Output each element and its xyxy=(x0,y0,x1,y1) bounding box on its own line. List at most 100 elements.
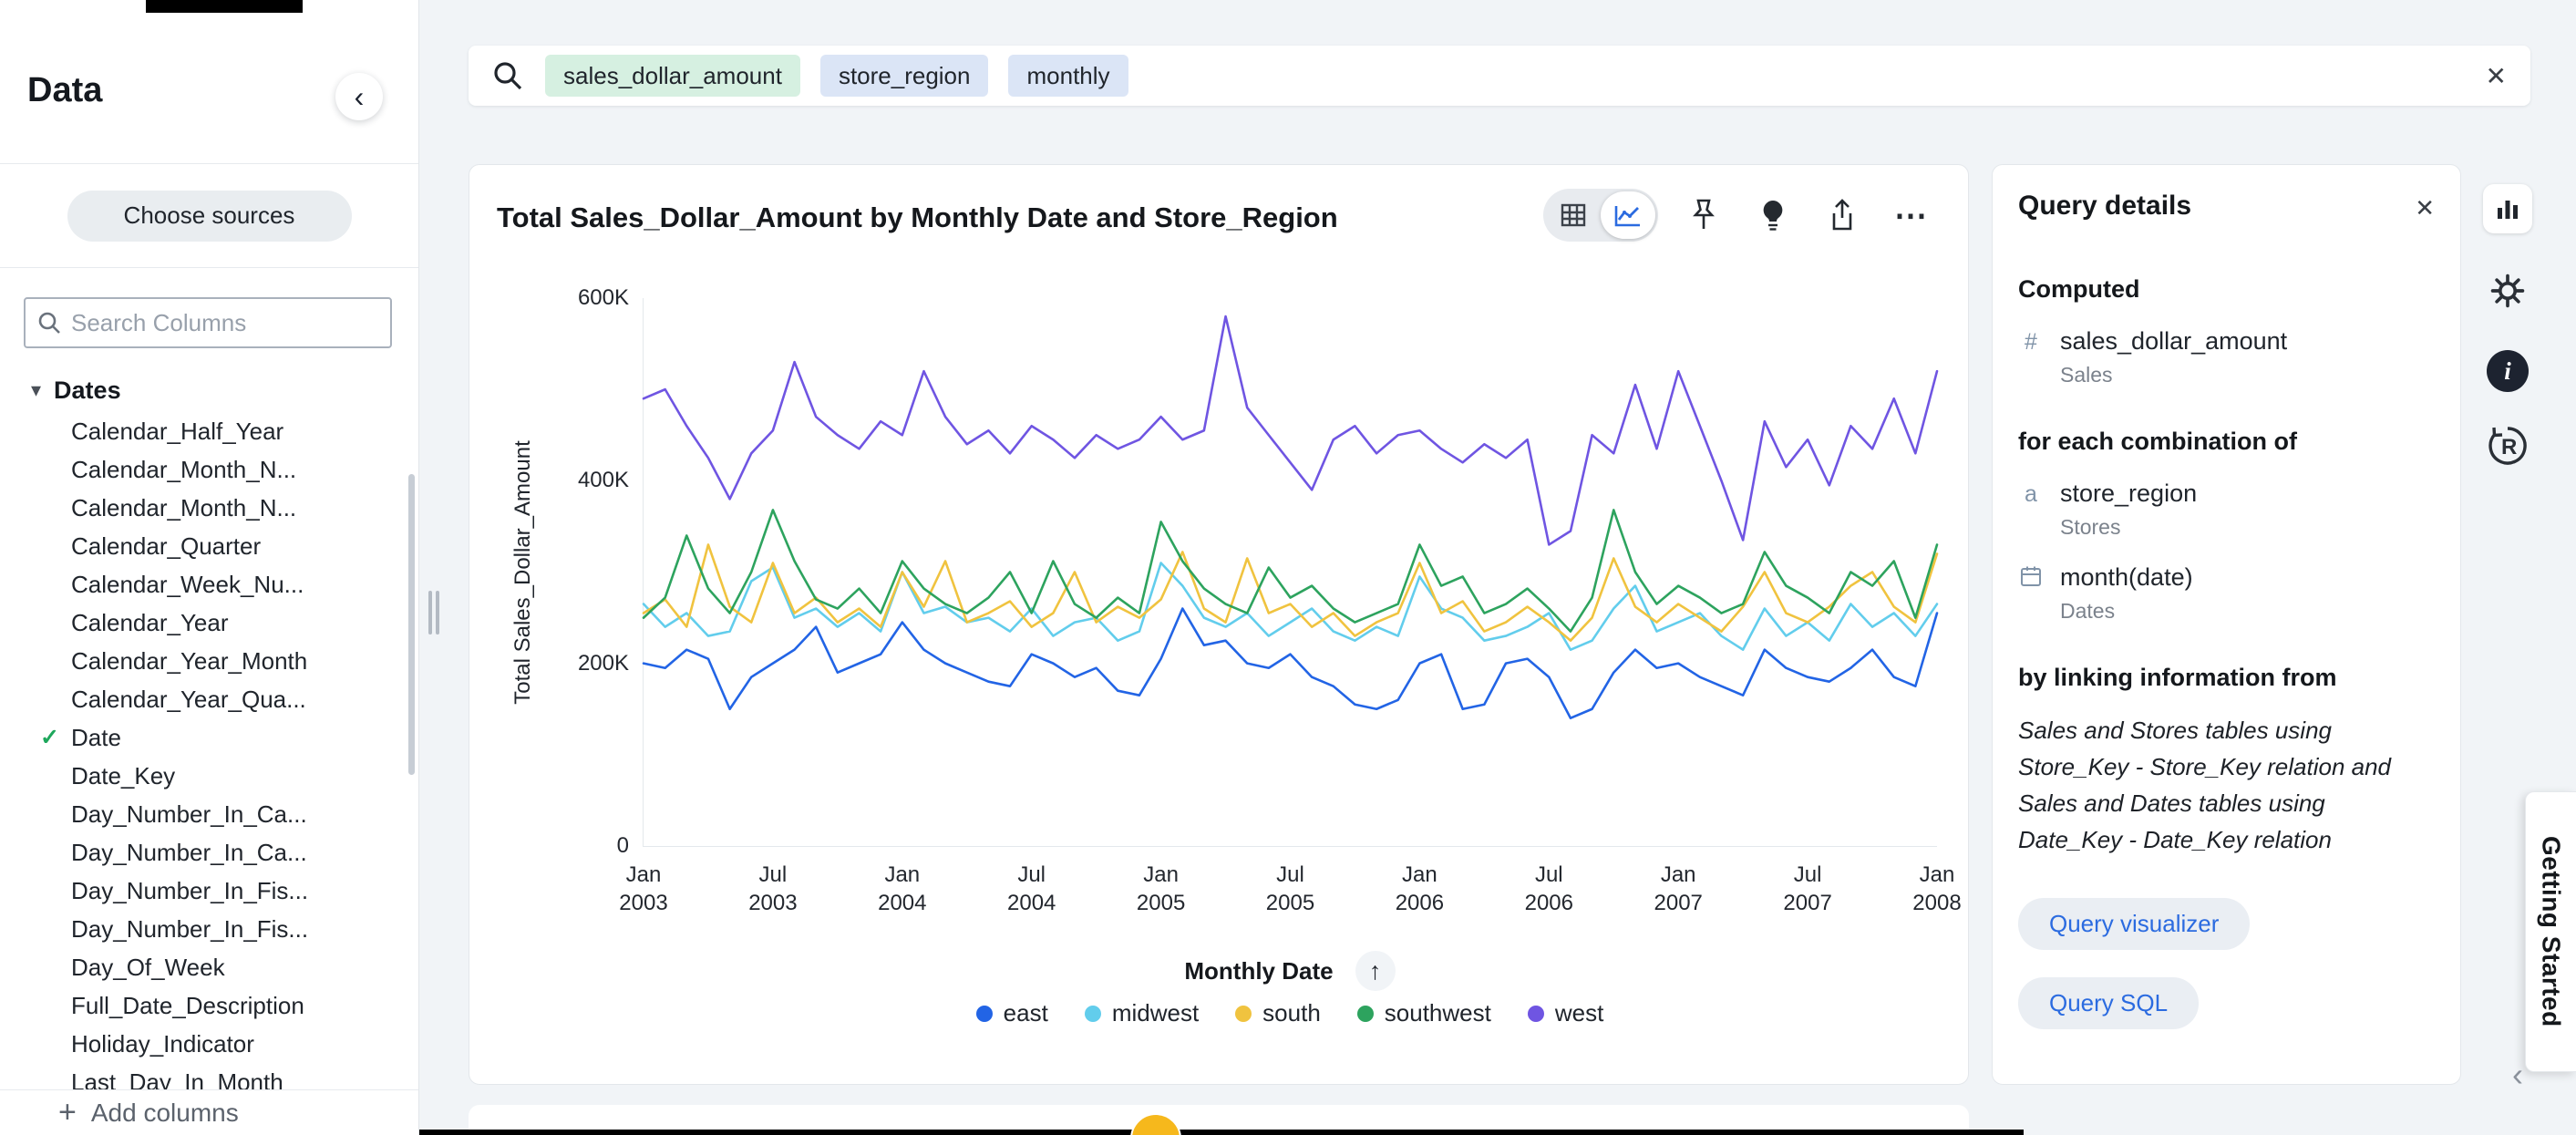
column-list: Calendar_Half_Year Calendar_Month_N... Cal… xyxy=(0,412,418,1101)
query-details-title: Query details xyxy=(2018,191,2191,222)
legend-label: east xyxy=(1004,999,1048,1027)
legend-item-west[interactable]: west xyxy=(1528,999,1603,1027)
column-item-label: Day_Number_In_Fis... xyxy=(71,877,308,904)
column-item[interactable]: Calendar_Half_Year xyxy=(0,412,418,450)
column-item[interactable]: Calendar_Quarter xyxy=(0,527,418,565)
column-search-input[interactable] xyxy=(71,309,363,337)
hash-icon: # xyxy=(2018,327,2044,356)
x-tick-label: Jul2007 xyxy=(1783,861,1831,917)
query-visualizer-button[interactable]: Query visualizer xyxy=(2018,898,2250,950)
x-tick-label: Jul2005 xyxy=(1266,861,1314,917)
choose-sources-button[interactable]: Choose sources xyxy=(67,191,352,242)
search-token[interactable]: sales_dollar_amount xyxy=(545,55,800,97)
y-tick-label: 200K xyxy=(578,651,629,676)
column-item[interactable]: Day_Number_In_Ca... xyxy=(0,833,418,872)
column-item-label: Calendar_Month_N... xyxy=(71,494,296,521)
info-button[interactable]: i xyxy=(2487,350,2529,392)
column-item-label: Day_Number_In_Fis... xyxy=(71,915,308,943)
screen-artifact-bottom xyxy=(419,1130,2024,1135)
sources-section: Choose sources xyxy=(0,164,418,268)
chart-settings-button[interactable] xyxy=(2483,184,2532,233)
combination-field-source: Stores xyxy=(2060,515,2197,540)
x-tick-label: Jan2008 xyxy=(1912,861,1961,917)
column-item[interactable]: Day_Number_In_Fis... xyxy=(0,910,418,948)
close-icon[interactable]: ✕ xyxy=(2415,194,2435,222)
linking-label: by linking information from xyxy=(2018,664,2435,692)
computed-label: Computed xyxy=(2018,275,2435,304)
data-panel: Data ‹ Choose sources ▾ Dates Calendar_H… xyxy=(0,0,419,1135)
x-tick-label: Jul2006 xyxy=(1525,861,1573,917)
getting-started-tab[interactable]: Getting Started xyxy=(2525,791,2576,1072)
column-item-label: Calendar_Month_N... xyxy=(71,456,296,483)
add-columns-button[interactable]: Add columns xyxy=(91,1099,239,1128)
column-item[interactable]: Calendar_Week_Nu... xyxy=(0,565,418,604)
r-refresh-icon: R xyxy=(2487,425,2529,467)
x-axis-title: Monthly Date xyxy=(1184,957,1333,985)
chart-view-button[interactable] xyxy=(1601,191,1655,239)
combination-row[interactable]: a store_region Stores xyxy=(2018,480,2435,540)
column-item[interactable]: Day_Number_In_Ca... xyxy=(0,795,418,833)
legend-dot xyxy=(1085,1006,1101,1022)
column-item[interactable]: Full_Date_Description xyxy=(0,986,418,1025)
chart-title: Total Sales_Dollar_Amount by Monthly Dat… xyxy=(497,201,1338,234)
panel-resize-handle[interactable] xyxy=(428,589,445,636)
sidebar-scrollbar[interactable] xyxy=(408,474,415,775)
search-token[interactable]: store_region xyxy=(820,55,989,97)
computed-row[interactable]: # sales_dollar_amount Sales xyxy=(2018,327,2435,387)
x-tick-label: Jan2006 xyxy=(1396,861,1444,917)
combination-row[interactable]: month(date) Dates xyxy=(2018,563,2435,624)
query-sql-button[interactable]: Query SQL xyxy=(2018,977,2199,1029)
column-item-label: Calendar_Year_Month xyxy=(71,647,307,675)
column-item[interactable]: Date_Key xyxy=(0,757,418,795)
legend-item-south[interactable]: south xyxy=(1235,999,1321,1027)
search-bar[interactable]: sales_dollar_amount store_region monthly ✕ xyxy=(469,46,2530,106)
add-columns-row[interactable]: + Add columns xyxy=(0,1089,418,1135)
y-tick-label: 400K xyxy=(578,468,629,493)
more-options-button[interactable]: ⋯ xyxy=(1888,191,1935,239)
share-button[interactable] xyxy=(1819,191,1866,239)
column-item[interactable]: ✓Date xyxy=(0,718,418,757)
r-analysis-button[interactable]: R xyxy=(2487,425,2529,467)
column-item-label: Calendar_Week_Nu... xyxy=(71,571,304,598)
column-item-label: Day_Number_In_Ca... xyxy=(71,800,307,828)
clear-search-button[interactable]: ✕ xyxy=(2486,61,2507,91)
column-group-dates[interactable]: ▾ Dates xyxy=(0,370,418,410)
column-item[interactable]: Calendar_Year_Qua... xyxy=(0,680,418,718)
answer-toolbar: ⋯ xyxy=(1543,189,1935,242)
column-item[interactable]: Calendar_Year_Month xyxy=(0,642,418,680)
pin-button[interactable] xyxy=(1680,191,1727,239)
search-token[interactable]: monthly xyxy=(1008,55,1128,97)
settings-button[interactable] xyxy=(2487,270,2529,312)
column-search[interactable] xyxy=(24,297,392,348)
ellipsis-icon: ⋯ xyxy=(1894,196,1929,234)
column-item[interactable]: Calendar_Month_N... xyxy=(0,489,418,527)
legend-item-midwest[interactable]: midwest xyxy=(1085,999,1199,1027)
column-item-label: Day_Number_In_Ca... xyxy=(71,839,307,866)
sort-ascending-button[interactable]: ↑ xyxy=(1355,951,1396,991)
combination-field-name[interactable]: month(date) xyxy=(2060,563,2193,592)
app-screen: Data ‹ Choose sources ▾ Dates Calendar_H… xyxy=(0,0,2576,1135)
computed-field-source: Sales xyxy=(2060,363,2287,387)
combination-field-name[interactable]: store_region xyxy=(2060,480,2197,508)
legend-item-southwest[interactable]: southwest xyxy=(1357,999,1491,1027)
column-item[interactable]: Day_Of_Week xyxy=(0,948,418,986)
column-item[interactable]: Calendar_Month_N... xyxy=(0,450,418,489)
series-line-east xyxy=(644,609,1937,718)
insights-button[interactable] xyxy=(1749,191,1797,239)
plot-area[interactable]: 0200K400K600K Jan2003Jul2003Jan2004Jul20… xyxy=(643,298,1937,847)
pin-icon xyxy=(1688,198,1719,232)
column-item[interactable]: Calendar_Year xyxy=(0,604,418,642)
legend-dot xyxy=(1528,1006,1544,1022)
table-view-button[interactable] xyxy=(1546,191,1601,239)
collapse-panel-button[interactable]: ‹ xyxy=(335,73,383,120)
legend-item-east[interactable]: east xyxy=(976,999,1048,1027)
search-tokens: sales_dollar_amount store_region monthly xyxy=(545,55,1128,97)
computed-field-name[interactable]: sales_dollar_amount xyxy=(2060,327,2287,356)
column-item-label: Calendar_Year xyxy=(71,609,229,636)
collapse-rail-icon[interactable]: ‹ xyxy=(2512,1056,2523,1094)
column-item[interactable]: Day_Number_In_Fis... xyxy=(0,872,418,910)
column-item-label: Calendar_Quarter xyxy=(71,532,261,560)
column-item[interactable]: Holiday_Indicator xyxy=(0,1025,418,1063)
caret-down-icon: ▾ xyxy=(31,378,41,402)
svg-text:R: R xyxy=(2501,435,2517,459)
